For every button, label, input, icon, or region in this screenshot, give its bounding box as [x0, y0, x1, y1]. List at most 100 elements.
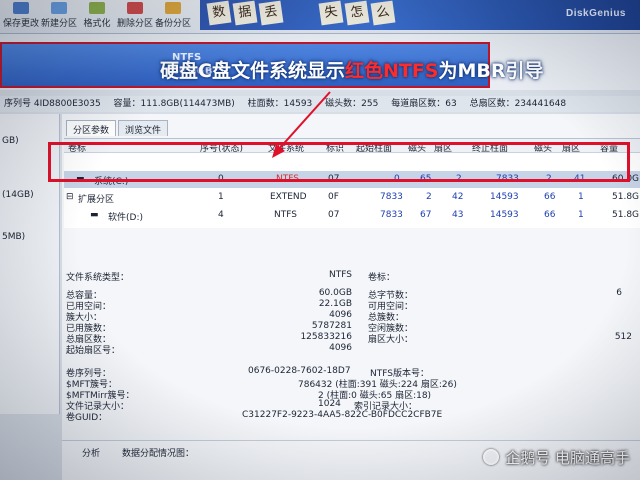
row-label: 软件(D:) — [108, 213, 143, 223]
fs-value: 512 — [614, 332, 632, 342]
fs-type-label: 文件系统类型： — [66, 273, 130, 283]
disk-tree-panel: GB) (14GB) 5MB) — [0, 114, 60, 414]
partition-table: 卷标 序号(状态) 文件系统 标识 起始柱面 磁头 扇区 终止柱面 磁头 扇区 … — [64, 138, 640, 228]
row-head1: 2 — [426, 192, 432, 202]
row-fs: NTFS — [276, 174, 299, 184]
disk-info-bar: 序列号 4ID8800E3035 容量：111.8GB(114473MB) 柱面… — [0, 96, 640, 112]
save-icon — [13, 2, 29, 14]
analyze-button[interactable]: 分析 — [82, 446, 100, 459]
col-header: 扇区 — [562, 144, 581, 154]
col-header: 终止柱面 — [472, 144, 509, 154]
banner-deco-char: 丢 — [258, 0, 284, 26]
col-header: 序号(状态) — [200, 144, 244, 154]
main-panel: 分区参数 浏览文件 卷标 序号(状态) 文件系统 标识 起始柱面 磁头 扇区 终… — [62, 114, 640, 480]
tree-item[interactable]: 5MB) — [2, 232, 25, 242]
row-sec2: 1 — [578, 210, 584, 220]
row-head2: 2 — [546, 174, 552, 184]
fs-type-value: NTFS — [329, 270, 352, 280]
fs-value: 5787281 — [311, 321, 352, 331]
fs-value: C31227F2-9223-4AA5-822C-B0FDCC2CFB7E — [242, 410, 443, 420]
tree-item[interactable]: GB) — [2, 136, 19, 146]
fs-value: 0676-0228-7602-18D7 — [248, 366, 351, 376]
row-sec2: 41 — [574, 174, 586, 184]
col-header: 扇区 — [434, 144, 453, 154]
row-start-cyl: 7833 — [380, 192, 403, 202]
fs-value: 1024 — [318, 399, 341, 409]
fs-value: 22.1GB — [318, 299, 352, 309]
fs-key: 卷GUID： — [66, 413, 108, 423]
fs-value: 125833216 — [300, 332, 352, 342]
tree-item[interactable]: (14GB) — [2, 190, 34, 200]
brand-name: DiskGenius — [565, 8, 626, 19]
table-header: 卷标 序号(状态) 文件系统 标识 起始柱面 磁头 扇区 终止柱面 磁头 扇区 … — [64, 139, 640, 154]
row-start-cyl: 7833 — [380, 210, 403, 220]
table-row-d[interactable]: ▬ 软件(D:) 4 NTFS 07 7833 67 43 14593 66 1… — [64, 207, 640, 224]
col-header: 文件系统 — [268, 144, 305, 154]
row-label: 扩展分区 — [78, 195, 115, 205]
fs-value: 60.0GB — [318, 288, 352, 298]
row-size: 51.8G — [612, 210, 640, 220]
row-id: 0F — [328, 192, 339, 202]
drive-icon: ▬ — [76, 174, 85, 184]
disk-total-sectors: 总扇区数：234441648 — [469, 99, 567, 109]
format-button[interactable]: 格式化 — [78, 0, 116, 30]
row-end-cyl: 14593 — [490, 192, 519, 202]
banner-deco-char: 失 — [318, 0, 344, 26]
brand-banner: 数 据 丢 失 怎 么 DiskGenius — [200, 0, 640, 30]
table-row-c[interactable]: ▬ 系统(C:) 0 NTFS 07 0 65 2 7833 2 41 60.0… — [64, 171, 640, 188]
fs-key: 起始扇区号： — [66, 346, 121, 356]
watermark: 企鹅号 电脑通高手 — [483, 447, 630, 468]
disk-cylinders: 柱面数：14593 — [247, 99, 313, 109]
toolbar: 保存更改 新建分区 格式化 删除分区 备份分区 数 据 丢 失 怎 么 Disk… — [0, 0, 640, 34]
table-row-extended[interactable]: ⊟ 扩展分区 1 EXTEND 0F 7833 2 42 14593 66 1 … — [64, 189, 640, 206]
fs-value: 6 — [616, 288, 622, 298]
row-sec1: 42 — [452, 192, 464, 202]
annotation-headline: 硬盘C盘文件系统显示红色NTFS为MBR引导 — [160, 60, 544, 82]
disk-sectors-per-track: 每道扇区数：63 — [391, 99, 457, 109]
row-head1: 67 — [420, 210, 432, 220]
drive-icon: ▬ — [90, 210, 99, 220]
allocation-map-label: 数据分配情况图： — [122, 449, 195, 459]
disk-capacity: 容量：111.8GB(114473MB) — [113, 99, 235, 109]
col-header: 起始柱面 — [356, 144, 393, 154]
row-head2: 66 — [544, 210, 556, 220]
row-sec2: 1 — [578, 192, 584, 202]
fs-value: 4096 — [329, 343, 352, 353]
row-sec1: 43 — [452, 210, 464, 220]
row-index: 0 — [218, 174, 224, 184]
disk-heads: 磁头数：255 — [325, 99, 379, 109]
row-index: 4 — [218, 210, 224, 220]
collapse-icon[interactable]: ⊟ — [66, 192, 74, 202]
disk-serial: 序列号 4ID8800E3035 — [4, 99, 101, 109]
row-end-cyl: 7833 — [496, 174, 519, 184]
col-header: 标识 — [326, 144, 345, 154]
row-id: 07 — [328, 210, 340, 220]
save-button[interactable]: 保存更改 — [2, 0, 40, 30]
row-start-cyl: 0 — [394, 174, 400, 184]
row-id: 07 — [328, 174, 340, 184]
fs-key: 扇区大小： — [368, 335, 414, 345]
row-index: 1 — [218, 192, 224, 202]
tab-partition-params[interactable]: 分区参数 — [66, 120, 117, 136]
row-end-cyl: 14593 — [490, 210, 519, 220]
row-size: 51.8G — [612, 192, 640, 202]
col-header: 磁头 — [534, 144, 553, 154]
row-size: 60.0G — [612, 174, 640, 184]
tab-browse-files[interactable]: 浏览文件 — [118, 120, 169, 136]
volume-label: 卷标： — [368, 273, 396, 283]
col-header: 磁头 — [408, 144, 427, 154]
row-sec1: 2 — [456, 174, 462, 184]
backup-partition-icon — [165, 2, 181, 14]
delete-partition-icon — [127, 2, 143, 14]
penguin-logo-icon — [483, 449, 500, 465]
row-label: 系统(C:) — [94, 177, 129, 187]
new-partition-button[interactable]: 新建分区 — [40, 0, 78, 30]
backup-partition-button[interactable]: 备份分区 — [154, 0, 192, 30]
banner-deco-char: 数 — [206, 0, 232, 26]
row-head2: 66 — [544, 192, 556, 202]
delete-partition-button[interactable]: 删除分区 — [116, 0, 154, 30]
row-fs: EXTEND — [270, 192, 307, 202]
fs-value: 4096 — [329, 310, 352, 320]
banner-deco-char: 据 — [232, 0, 258, 26]
col-header: 卷标 — [68, 144, 87, 154]
